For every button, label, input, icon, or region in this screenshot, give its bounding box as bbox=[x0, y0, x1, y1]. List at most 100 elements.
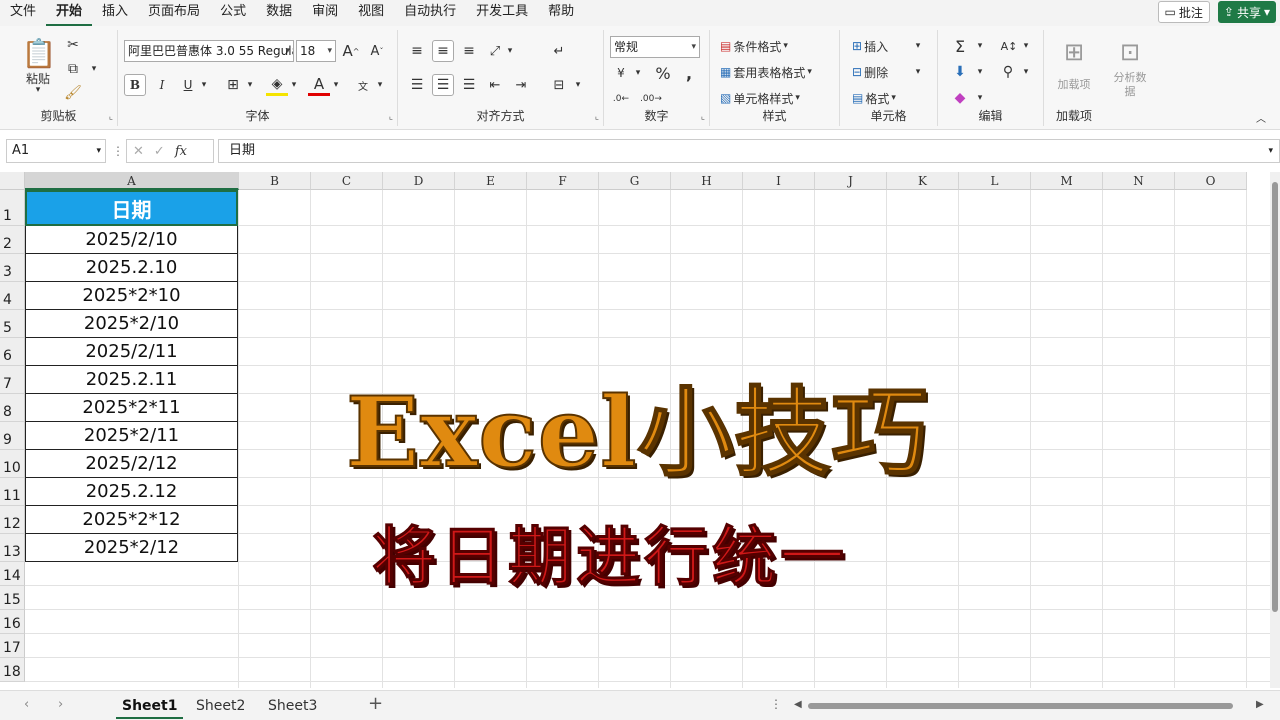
format-cells-button[interactable]: ▤ 格式 ▾ bbox=[852, 88, 896, 108]
column-header-a[interactable]: A bbox=[25, 172, 239, 190]
clear-icon[interactable]: ◆ bbox=[950, 88, 970, 108]
chevron-down-icon[interactable]: ▾ bbox=[974, 36, 986, 56]
align-top-icon[interactable]: ≡ bbox=[406, 40, 428, 62]
scroll-right-icon[interactable]: ▶ bbox=[1256, 699, 1264, 710]
chevron-down-icon[interactable]: ▾ bbox=[974, 88, 986, 108]
more-options-icon[interactable]: ⋮ bbox=[770, 697, 782, 711]
column-header-i[interactable]: I bbox=[743, 172, 815, 190]
chevron-down-icon[interactable]: ▾ bbox=[974, 62, 986, 82]
row-header[interactable]: 13 bbox=[0, 534, 25, 562]
name-box[interactable]: A1 ▾ bbox=[6, 139, 106, 163]
column-header-l[interactable]: L bbox=[959, 172, 1031, 190]
increase-font-icon[interactable]: A ^ bbox=[340, 40, 362, 62]
add-sheet-icon[interactable]: + bbox=[368, 693, 383, 714]
addins-button-label[interactable]: 加载项 bbox=[1056, 70, 1092, 100]
date-cell[interactable]: 2025*2/12 bbox=[25, 534, 238, 562]
column-header-o[interactable]: O bbox=[1175, 172, 1247, 190]
cut-icon[interactable]: ✂ bbox=[64, 36, 82, 54]
share-button[interactable]: ⇪ 共享 ▾ bbox=[1217, 1, 1276, 23]
row-header[interactable]: 17 bbox=[0, 634, 25, 658]
decrease-font-icon[interactable]: Aˇ bbox=[366, 40, 388, 62]
increase-indent-icon[interactable]: ⇥ bbox=[510, 74, 532, 96]
align-middle-icon[interactable]: ≡ bbox=[432, 40, 454, 62]
column-header-d[interactable]: D bbox=[383, 172, 455, 190]
enter-icon[interactable]: ✓ bbox=[154, 144, 165, 159]
menu-file[interactable]: 文件 bbox=[0, 0, 46, 26]
column-header-k[interactable]: K bbox=[887, 172, 959, 190]
chevron-down-icon[interactable]: ▾ bbox=[632, 62, 644, 84]
dialog-launcher-icon[interactable]: ⌞ bbox=[595, 112, 599, 122]
row-header[interactable]: 2 bbox=[0, 226, 25, 254]
date-cell[interactable]: 2025/2/10 bbox=[25, 226, 238, 254]
font-name-select[interactable]: 阿里巴巴普惠体 3.0 55 Regular ▾ bbox=[124, 40, 294, 62]
find-select-icon[interactable]: ⚲ bbox=[998, 62, 1018, 82]
row-header[interactable]: 18 bbox=[0, 658, 25, 682]
row-header[interactable]: 4 bbox=[0, 282, 25, 310]
fill-color-icon[interactable]: ◈ bbox=[266, 74, 288, 96]
scroll-left-icon[interactable]: ◀ bbox=[794, 699, 802, 710]
column-header-f[interactable]: F bbox=[527, 172, 599, 190]
vertical-scrollbar[interactable] bbox=[1270, 172, 1280, 688]
formula-input[interactable]: 日期 ▾ bbox=[218, 139, 1280, 163]
menu-developer[interactable]: 开发工具 bbox=[466, 0, 538, 26]
autosum-icon[interactable]: Σ bbox=[950, 36, 970, 56]
italic-button[interactable]: I bbox=[152, 74, 172, 96]
align-left-icon[interactable]: ☰ bbox=[406, 74, 428, 96]
orientation-icon[interactable]: ⤢ bbox=[484, 40, 506, 62]
analyze-data-icon[interactable]: ⊡ bbox=[1114, 36, 1146, 68]
chevron-down-icon[interactable]: ▾ bbox=[88, 62, 100, 76]
sort-filter-icon[interactable]: A↕ bbox=[998, 36, 1020, 56]
date-cell[interactable]: 2025*2*10 bbox=[25, 282, 238, 310]
chevron-down-icon[interactable]: ▾ bbox=[330, 74, 342, 96]
menu-formulas[interactable]: 公式 bbox=[210, 0, 256, 26]
row-header[interactable]: 10 bbox=[0, 450, 25, 478]
date-cell[interactable]: 2025.2.10 bbox=[25, 254, 238, 282]
analyze-data-label[interactable]: 分析数据 bbox=[1112, 70, 1148, 100]
row-header[interactable]: 14 bbox=[0, 562, 25, 586]
date-cell[interactable]: 2025.2.11 bbox=[25, 366, 238, 394]
menu-data[interactable]: 数据 bbox=[256, 0, 302, 26]
horizontal-scroll-thumb[interactable] bbox=[808, 703, 1233, 709]
header-cell[interactable]: 日期 bbox=[25, 190, 238, 226]
align-bottom-icon[interactable]: ≡ bbox=[458, 40, 480, 62]
collapse-ribbon-icon[interactable]: ︿ bbox=[1254, 110, 1268, 125]
row-header[interactable]: 7 bbox=[0, 366, 25, 394]
chevron-down-icon[interactable]: ▾ bbox=[374, 74, 386, 96]
column-header-e[interactable]: E bbox=[455, 172, 527, 190]
column-header-g[interactable]: G bbox=[599, 172, 671, 190]
row-header[interactable]: 6 bbox=[0, 338, 25, 366]
dialog-launcher-icon[interactable]: ⌞ bbox=[389, 112, 393, 122]
font-color-icon[interactable]: A bbox=[308, 74, 330, 96]
date-cell[interactable]: 2025*2/11 bbox=[25, 422, 238, 450]
insert-function-icon[interactable]: fx bbox=[175, 144, 187, 159]
phonetic-icon[interactable]: 文 bbox=[352, 74, 374, 96]
cancel-icon[interactable]: ✕ bbox=[133, 144, 144, 159]
select-all-corner[interactable] bbox=[0, 172, 25, 190]
conditional-format-button[interactable]: ▤ 条件格式 ▾ bbox=[720, 36, 788, 56]
font-size-select[interactable]: 18 ▾ bbox=[296, 40, 336, 62]
align-center-icon[interactable]: ☰ bbox=[432, 74, 454, 96]
row-header[interactable]: 12 bbox=[0, 506, 25, 534]
chevron-down-icon[interactable]: ▾ bbox=[572, 74, 584, 96]
menu-automate[interactable]: 自动执行 bbox=[394, 0, 466, 26]
merge-center-icon[interactable]: ⊟ bbox=[548, 74, 570, 96]
row-header[interactable]: 11 bbox=[0, 478, 25, 506]
chevron-down-icon[interactable]: ▾ bbox=[244, 74, 256, 96]
vertical-scroll-thumb[interactable] bbox=[1272, 182, 1278, 612]
sheet-tab-2[interactable]: Sheet2 bbox=[190, 695, 251, 719]
date-cell[interactable]: 2025.2.12 bbox=[25, 478, 238, 506]
date-cell[interactable]: 2025/2/12 bbox=[25, 450, 238, 478]
next-sheet-icon[interactable]: › bbox=[58, 697, 63, 712]
chevron-down-icon[interactable]: ▾ bbox=[504, 40, 516, 62]
row-header[interactable]: 16 bbox=[0, 610, 25, 634]
column-header-j[interactable]: J bbox=[815, 172, 887, 190]
column-header-h[interactable]: H bbox=[671, 172, 743, 190]
wrap-text-icon[interactable]: ↵ bbox=[548, 40, 570, 62]
comments-button[interactable]: ▭ 批注 bbox=[1157, 1, 1210, 23]
dialog-launcher-icon[interactable]: ⌞ bbox=[109, 112, 113, 122]
insert-cells-button[interactable]: ⊞ 插入 bbox=[852, 36, 888, 56]
chevron-down-icon[interactable]: ▾ bbox=[1020, 62, 1032, 82]
percent-icon[interactable]: % bbox=[652, 62, 674, 84]
row-header[interactable]: 1 bbox=[0, 190, 25, 226]
menu-help[interactable]: 帮助 bbox=[538, 0, 584, 26]
